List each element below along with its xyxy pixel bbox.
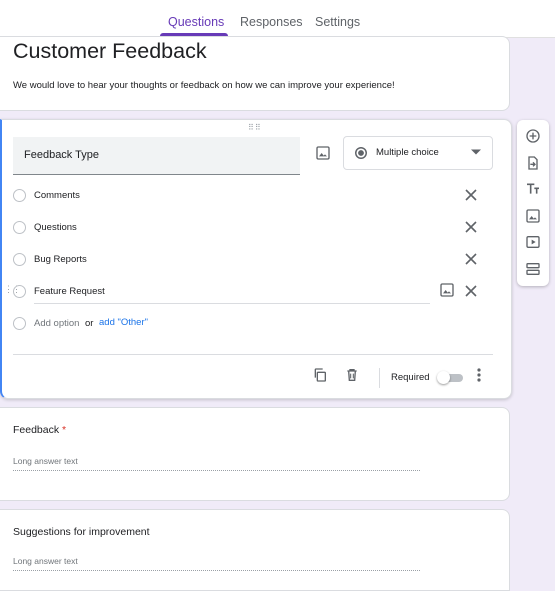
radio-circle-icon (13, 285, 26, 298)
question-title-input[interactable]: Feedback Type (13, 137, 300, 175)
toolbar-separator (379, 368, 380, 388)
question-type-dropdown[interactable]: Multiple choice (343, 136, 493, 170)
remove-option-close-icon[interactable] (464, 220, 478, 234)
tab-responses[interactable]: Responses (240, 15, 303, 29)
add-question-icon[interactable] (525, 128, 541, 144)
add-video-icon[interactable] (525, 234, 541, 250)
remove-option-close-icon[interactable] (464, 188, 478, 202)
add-option-button[interactable]: Add option (34, 318, 79, 329)
option-text[interactable]: Comments (34, 190, 80, 201)
drag-handle-icon[interactable]: ⠿⠿ (248, 123, 262, 132)
add-option-row: Add option or add "Other" (13, 314, 313, 334)
question-title-text: Feedback (13, 424, 60, 436)
option-text[interactable]: Questions (34, 222, 77, 233)
add-image-icon[interactable] (315, 145, 331, 161)
radio-circle-icon (13, 253, 26, 266)
option-row: Comments (13, 186, 493, 206)
option-input-underline (34, 303, 430, 304)
remove-option-close-icon[interactable] (464, 284, 478, 298)
duplicate-icon[interactable] (312, 367, 328, 383)
question-card-feedback[interactable]: Feedback * Long answer text (0, 407, 510, 501)
add-title-icon[interactable] (525, 181, 541, 197)
tab-questions[interactable]: Questions (168, 15, 224, 29)
more-vert-icon[interactable] (472, 367, 486, 383)
required-label: Required (391, 372, 430, 383)
delete-icon[interactable] (344, 367, 360, 383)
question-title-text: Feedback Type (24, 149, 100, 161)
import-questions-icon[interactable] (525, 155, 541, 171)
radio-circle-icon (13, 189, 26, 202)
tab-settings[interactable]: Settings (315, 15, 360, 29)
add-other-link[interactable]: add "Other" (99, 317, 148, 328)
form-title[interactable]: Customer Feedback (13, 39, 207, 64)
or-text: or (85, 318, 94, 329)
radio-circle-icon (13, 221, 26, 234)
question-type-label: Multiple choice (376, 147, 439, 158)
question-card-suggestions[interactable]: Suggestions for improvement Long answer … (0, 509, 510, 591)
divider (13, 354, 493, 355)
floating-toolbar (517, 120, 549, 286)
answer-underline (13, 570, 420, 571)
question-title: Feedback * (13, 424, 66, 436)
option-row: Bug Reports (13, 250, 493, 270)
option-image-icon[interactable] (439, 282, 455, 298)
add-section-icon[interactable] (525, 261, 541, 277)
remove-option-close-icon[interactable] (464, 252, 478, 266)
question-editor-card[interactable]: ⠿⠿ Feedback Type Multiple choice Comment… (0, 119, 512, 399)
option-row-focused: ⋮⋮ Feature Request (4, 282, 443, 304)
radio-circle-icon (13, 317, 26, 330)
option-text[interactable]: Bug Reports (34, 254, 87, 265)
option-text[interactable]: Feature Request (34, 286, 105, 297)
option-row: Questions (13, 218, 493, 238)
form-header-card[interactable]: Customer Feedback We would love to hear … (0, 36, 510, 111)
long-answer-placeholder: Long answer text (13, 456, 78, 466)
required-asterisk: * (62, 424, 67, 436)
radio-button-checked-icon (354, 146, 368, 160)
form-editor-canvas: Customer Feedback We would love to hear … (0, 36, 555, 591)
answer-underline (13, 470, 420, 471)
dropdown-arrow-icon (471, 149, 481, 155)
top-tab-bar: Questions Responses Settings (0, 0, 555, 38)
add-image-icon[interactable] (525, 208, 541, 224)
required-toggle[interactable] (437, 371, 463, 384)
question-title: Suggestions for improvement (13, 526, 150, 538)
required-toggle-knob (437, 371, 450, 384)
long-answer-placeholder: Long answer text (13, 556, 78, 566)
form-description[interactable]: We would love to hear your thoughts or f… (13, 80, 395, 91)
